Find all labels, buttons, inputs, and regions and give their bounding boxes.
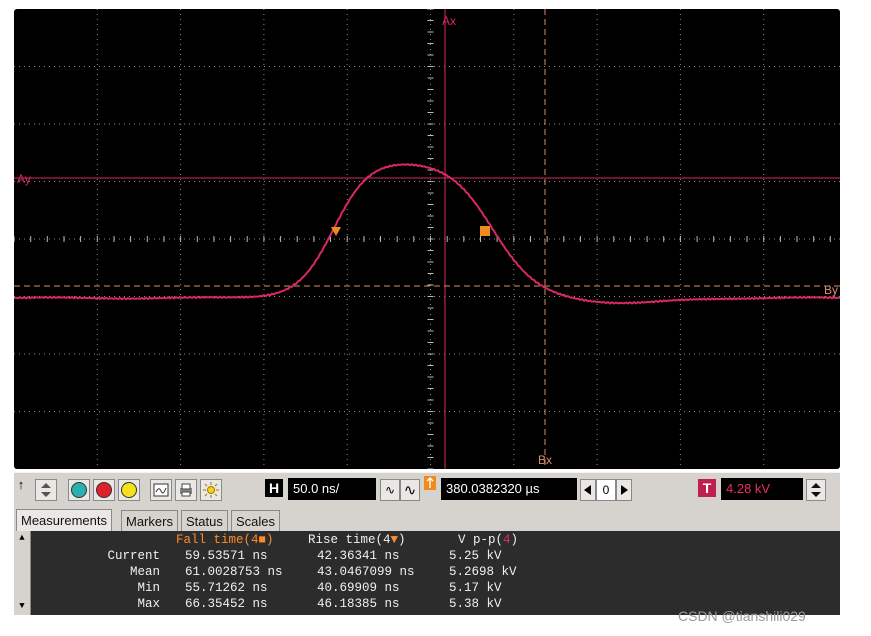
measurements-scrollbar[interactable]: ▲ ▼ — [14, 531, 31, 615]
vpp-value: 5.17 kV — [449, 581, 502, 595]
header-fall-time: Fall time(4■) — [176, 533, 274, 547]
fall-time-value: 66.35452 ns — [185, 597, 268, 611]
printer-icon — [180, 483, 192, 497]
waveform-trace-ch4 — [14, 163, 840, 305]
fall-time-value: 61.0028753 ns — [185, 565, 283, 579]
triangle-left-icon — [584, 485, 591, 495]
vpp-value: 5.2698 kV — [449, 565, 517, 579]
vpp-channel-number: 4 — [503, 533, 511, 547]
rise-time-value: 46.18385 ns — [317, 597, 400, 611]
vpp-close-paren: ) — [510, 533, 519, 547]
sun-icon — [203, 482, 219, 498]
vpp-value: 5.38 kV — [449, 597, 502, 611]
yellow-circle-icon — [121, 482, 137, 498]
position-left-button[interactable] — [580, 479, 596, 501]
vertical-stepper-button[interactable] — [35, 479, 57, 501]
trigger-marker-icon — [424, 476, 436, 490]
tab-status[interactable]: Status — [181, 510, 228, 531]
triangle-right-icon — [621, 485, 628, 495]
fall-time-marker — [480, 226, 490, 236]
oscilloscope-display[interactable]: Ax Ay Bx By — [14, 9, 840, 469]
wave-glyph: ∿ — [403, 482, 417, 499]
waveform-canvas[interactable]: Ax Ay Bx By — [14, 9, 840, 469]
timebase-field[interactable]: 50.0 ns/ — [288, 478, 376, 500]
bottom-toolbar: ↑ H 50.0 ns/ ∿ ∿ 380.0382320 µs 0 T 4.28… — [14, 472, 840, 507]
trigger-label-icon: T — [698, 479, 716, 497]
rise-time-value: 43.0467099 ns — [317, 565, 415, 579]
teal-circle-icon — [71, 482, 87, 498]
header-rise-time: Rise time(4▼) — [308, 533, 406, 547]
fall-time-value: 55.71262 ns — [185, 581, 268, 595]
row-label: Max — [137, 597, 160, 611]
vpp-header-text: V p-p( — [458, 533, 504, 547]
scroll-down-icon[interactable]: ▼ — [16, 601, 28, 611]
channel-3-button[interactable] — [118, 479, 140, 501]
fall-close-paren: ) — [266, 533, 274, 547]
scroll-up-icon[interactable]: ▲ — [16, 533, 28, 543]
screenshot-button[interactable] — [150, 479, 172, 501]
rise-close-paren: ) — [398, 533, 406, 547]
cursor-bx-label: Bx — [538, 453, 552, 467]
horizontal-label-icon: H — [265, 479, 283, 497]
row-label: Current — [107, 549, 160, 563]
cursor-ax-label: Ax — [442, 14, 456, 28]
rise-time-value: 42.36341 ns — [317, 549, 400, 563]
red-circle-icon — [96, 482, 112, 498]
rise-time-header-text: Rise time(4 — [308, 533, 391, 547]
updown-arrows-icon — [811, 483, 821, 497]
panel-tabs: Measurements Markers Status Scales — [14, 507, 840, 531]
vpp-value: 5.25 kV — [449, 549, 502, 563]
tab-scales[interactable]: Scales — [231, 510, 281, 531]
measurements-panel: ▲ ▼ Fall time(4■) Rise time(4▼) V p-p(4)… — [14, 531, 840, 615]
trigger-position-field[interactable]: 380.0382320 µs — [441, 478, 577, 500]
rise-marker-glyph: ▼ — [390, 533, 399, 547]
watermark-text: CSDN @tianshili029 — [678, 608, 806, 624]
cursor-by-label: By — [824, 283, 838, 297]
row-label: Min — [137, 581, 160, 595]
wave-glyph: ∿ — [384, 483, 396, 497]
arrow-glyph: ↑ — [17, 476, 25, 492]
trigger-level-stepper[interactable] — [806, 479, 826, 501]
fall-time-value: 59.53571 ns — [185, 549, 268, 563]
updown-arrows-icon — [41, 483, 51, 497]
channel-1-button[interactable] — [68, 479, 90, 501]
graticule-grid — [14, 9, 840, 469]
fall-marker-glyph: ■ — [258, 533, 267, 547]
trigger-level-field[interactable]: 4.28 kV — [721, 478, 803, 500]
tab-measurements[interactable]: Measurements — [16, 509, 112, 531]
cursor-ay-label: Ay — [17, 172, 31, 186]
fall-time-header-text: Fall time(4 — [176, 533, 259, 547]
waveform-mode-button-2[interactable]: ∿ — [400, 479, 420, 501]
position-right-button[interactable] — [616, 479, 632, 501]
position-offset-value[interactable]: 0 — [596, 479, 616, 501]
waveform-window-icon — [153, 483, 169, 497]
print-button[interactable] — [175, 479, 197, 501]
tab-markers[interactable]: Markers — [121, 510, 178, 531]
rise-time-value: 40.69909 ns — [317, 581, 400, 595]
waveform-mode-button-1[interactable]: ∿ — [380, 479, 400, 501]
marker-arrow-icon[interactable]: ↑ — [16, 476, 26, 492]
display-brightness-button[interactable] — [200, 479, 222, 501]
header-vpp: V p-p(4) — [458, 533, 518, 547]
channel-2-button[interactable] — [93, 479, 115, 501]
row-label: Mean — [129, 565, 160, 579]
